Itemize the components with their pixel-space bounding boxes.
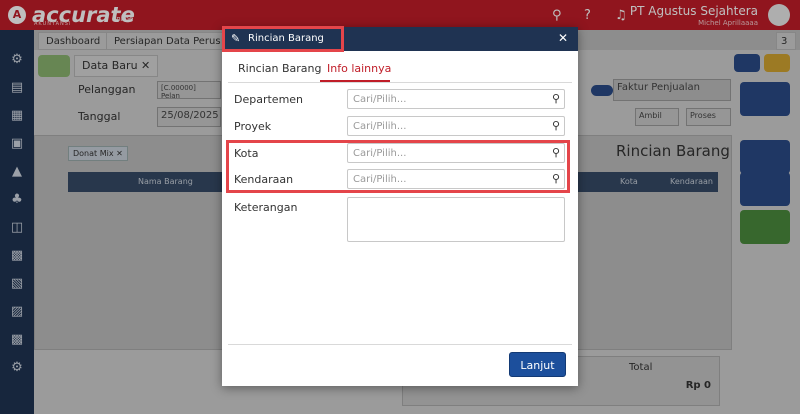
- kota-input[interactable]: [348, 144, 538, 162]
- tab-divider: [228, 82, 572, 83]
- search-icon[interactable]: ⚲: [552, 119, 560, 132]
- close-icon[interactable]: ✕: [558, 31, 568, 45]
- tab-rincian-barang[interactable]: Rincian Barang: [238, 62, 322, 75]
- dialog-title: Rincian Barang: [248, 33, 324, 44]
- departemen-input[interactable]: [348, 90, 538, 108]
- kota-field[interactable]: ⚲: [347, 143, 565, 163]
- search-icon[interactable]: ⚲: [552, 146, 560, 159]
- keterangan-textarea[interactable]: [347, 197, 565, 242]
- kota-label: Kota: [234, 147, 259, 160]
- proyek-field[interactable]: ⚲: [347, 116, 565, 136]
- rincian-barang-dialog: ✎ Rincian Barang ✕ Rincian Barang Info l…: [222, 27, 578, 386]
- proyek-input[interactable]: [348, 117, 538, 135]
- pencil-icon: ✎: [231, 32, 241, 45]
- departemen-field[interactable]: ⚲: [347, 89, 565, 109]
- search-icon[interactable]: ⚲: [552, 92, 560, 105]
- kendaraan-label: Kendaraan: [234, 173, 294, 186]
- footer-divider: [228, 344, 572, 345]
- kendaraan-field[interactable]: ⚲: [347, 169, 565, 189]
- search-icon[interactable]: ⚲: [552, 172, 560, 185]
- lanjut-button[interactable]: Lanjut: [509, 352, 566, 377]
- dialog-header: ✎ Rincian Barang ✕: [222, 27, 578, 51]
- kendaraan-input[interactable]: [348, 170, 538, 188]
- keterangan-label: Keterangan: [234, 201, 298, 214]
- proyek-label: Proyek: [234, 120, 272, 133]
- tab-info-lainnya[interactable]: Info lainnya: [327, 62, 391, 75]
- departemen-label: Departemen: [234, 93, 304, 106]
